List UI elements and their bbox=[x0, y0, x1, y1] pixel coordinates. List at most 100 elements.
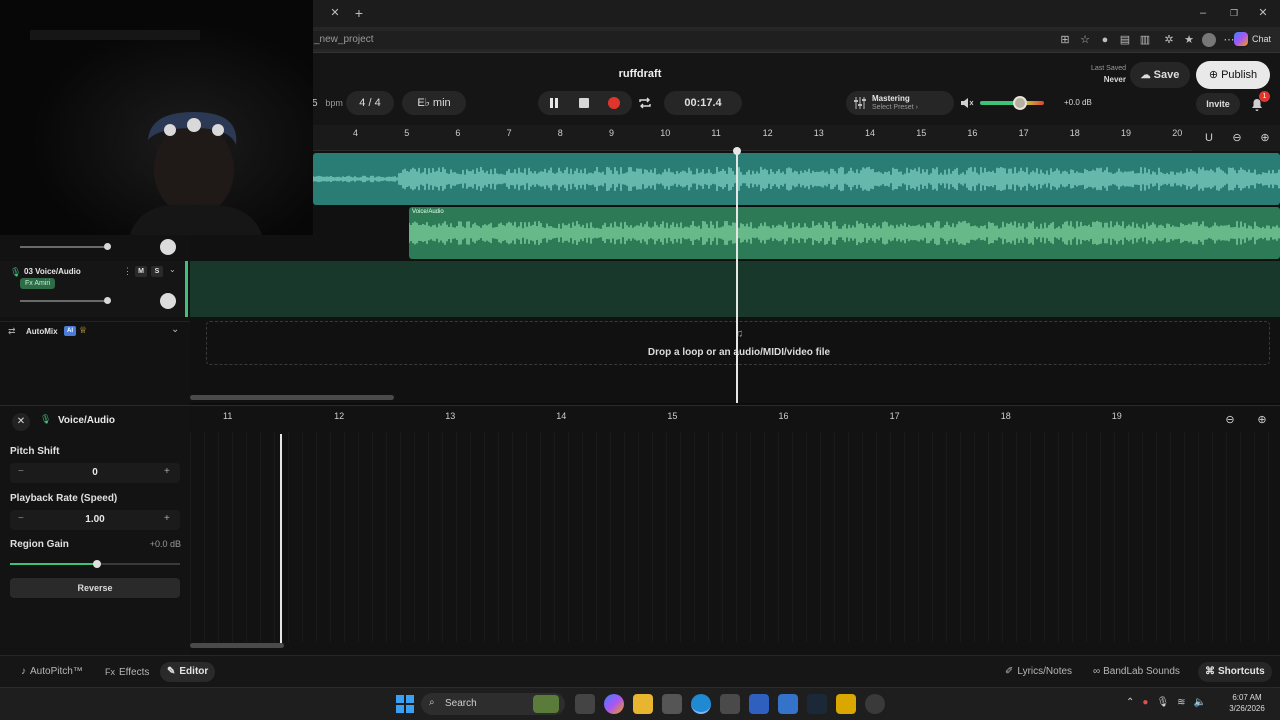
editor-scrollbar[interactable] bbox=[190, 643, 284, 648]
invite-button[interactable]: Invite bbox=[1196, 93, 1240, 115]
taskbar-apps bbox=[575, 694, 885, 714]
start-button[interactable] bbox=[396, 695, 414, 713]
master-volume-knob[interactable] bbox=[1012, 96, 1027, 110]
publish-button[interactable]: ⊕ Publish bbox=[1196, 61, 1270, 89]
autopitch-button[interactable]: ♪ AutoPitch™ bbox=[14, 662, 90, 682]
tray-mic-icon[interactable]: 🎙 bbox=[1156, 697, 1169, 708]
record-button[interactable] bbox=[608, 97, 620, 109]
profile-avatar[interactable] bbox=[1202, 33, 1216, 47]
playhead-handle[interactable] bbox=[733, 147, 741, 155]
pitch-shift-value[interactable]: 0 bbox=[10, 467, 180, 478]
taskbar-clock[interactable]: 6:07 AM 3/26/2026 bbox=[1222, 692, 1272, 714]
save-button[interactable]: ☁ Save bbox=[1130, 62, 1190, 88]
new-tab-icon[interactable]: + bbox=[352, 6, 366, 20]
rate-increment-button[interactable]: + bbox=[164, 513, 170, 524]
audio-region-1[interactable] bbox=[313, 153, 1280, 205]
app-icon[interactable]: ⊞ bbox=[1058, 33, 1072, 47]
snap-magnet-icon[interactable]: U bbox=[1202, 131, 1216, 145]
edge-icon[interactable] bbox=[691, 694, 711, 714]
rockstar-icon[interactable] bbox=[836, 694, 856, 714]
editor-zoom-out-icon[interactable]: ⊖ bbox=[1223, 413, 1237, 427]
time-signature-button[interactable]: 4 / 4 bbox=[346, 91, 394, 115]
arrangement-area[interactable]: Voice/Audio ♫ Drop a loop or an audio/MI… bbox=[190, 147, 1280, 403]
app-icon-generic[interactable] bbox=[662, 694, 682, 714]
region-gain-knob[interactable] bbox=[93, 560, 101, 568]
editor-timeline[interactable]: 11 12 13 14 15 16 17 18 19 ⊖ ⊕ bbox=[190, 405, 1280, 655]
settings-gear-icon[interactable] bbox=[865, 694, 885, 714]
track-3-mute-button[interactable]: M bbox=[135, 266, 147, 277]
bandlab-sounds-button[interactable]: ∞ BandLab Sounds bbox=[1086, 662, 1187, 682]
drop-zone[interactable]: ♫ Drop a loop or an audio/MIDI/video fil… bbox=[206, 321, 1270, 365]
track-3-lane[interactable] bbox=[190, 261, 1280, 317]
automix-row[interactable]: ⇄ AutoMix AI ♕ ⌄ bbox=[0, 321, 190, 341]
key-button[interactable]: E♭ min bbox=[402, 91, 466, 115]
restore-icon[interactable]: ❐ bbox=[1227, 6, 1241, 20]
steam-icon[interactable] bbox=[807, 694, 827, 714]
mastering-sliders-icon bbox=[854, 97, 866, 109]
pause-button[interactable] bbox=[549, 98, 559, 108]
stop-button[interactable] bbox=[579, 98, 589, 108]
region-gain-slider[interactable] bbox=[10, 560, 180, 568]
track-2-volume-slider[interactable] bbox=[20, 246, 108, 248]
copilot-chat-button[interactable]: Chat bbox=[1234, 32, 1271, 46]
minimize-icon[interactable]: – bbox=[1196, 6, 1210, 20]
split-screen-icon[interactable]: ▥ bbox=[1138, 33, 1152, 47]
track-3-volume-slider[interactable] bbox=[20, 300, 108, 302]
close-tab-icon[interactable]: ✕ bbox=[328, 6, 342, 20]
editor-playhead[interactable] bbox=[280, 434, 282, 644]
reader-icon[interactable]: ▤ bbox=[1118, 33, 1132, 47]
mastering-button[interactable]: Mastering Select Preset › bbox=[846, 91, 954, 115]
outlook-icon[interactable] bbox=[778, 694, 798, 714]
audio-region-2[interactable]: Voice/Audio bbox=[409, 207, 1280, 259]
taskbar-search[interactable]: ⌕ Search bbox=[421, 693, 565, 715]
track-3-volume-knob[interactable] bbox=[104, 297, 111, 304]
zoom-out-icon[interactable]: ⊖ bbox=[1230, 131, 1244, 145]
track-3-pan-knob[interactable] bbox=[160, 293, 176, 309]
mic-icon[interactable]: ● bbox=[1098, 33, 1112, 47]
loop-button[interactable] bbox=[638, 96, 652, 110]
notifications-button[interactable]: 1 bbox=[1250, 91, 1270, 113]
store-icon[interactable] bbox=[720, 694, 740, 714]
zoom-in-icon[interactable]: ⊕ bbox=[1258, 131, 1272, 145]
track-2-pan-knob[interactable] bbox=[160, 239, 176, 255]
arrangement-scrollbar[interactable] bbox=[190, 395, 394, 400]
effects-button[interactable]: Fx Effects bbox=[98, 662, 156, 682]
window-close-icon[interactable]: ✕ bbox=[1256, 6, 1270, 20]
playhead[interactable] bbox=[736, 151, 738, 403]
editor-zoom-in-icon[interactable]: ⊕ bbox=[1255, 413, 1269, 427]
tray-chevron-icon[interactable]: ⌃ bbox=[1126, 697, 1134, 708]
editor-tab-button[interactable]: ✎ Editor bbox=[160, 662, 216, 682]
autopitch-label: AutoPitch™ bbox=[30, 666, 83, 677]
project-title[interactable]: ruffdraft bbox=[560, 68, 720, 80]
track-2-volume-knob[interactable] bbox=[104, 243, 111, 250]
track-3-name[interactable]: 03 Voice/Audio bbox=[24, 267, 81, 276]
automix-expand-icon[interactable]: ⌄ bbox=[171, 324, 179, 335]
track-3-header[interactable]: 🎙 03 Voice/Audio ⋮ M S ⌄ Fx Amiri bbox=[0, 261, 188, 317]
track-3-expand-icon[interactable]: ⌄ bbox=[169, 265, 176, 274]
editor-app-icon[interactable] bbox=[749, 694, 769, 714]
playback-rate-value[interactable]: 1.00 bbox=[10, 514, 180, 525]
file-explorer-icon[interactable] bbox=[633, 694, 653, 714]
volume-icon[interactable]: 🔈 bbox=[1194, 697, 1206, 708]
master-volume-slider[interactable] bbox=[980, 96, 1044, 110]
copilot-taskbar-icon[interactable] bbox=[604, 694, 624, 714]
lyrics-notes-button[interactable]: ✐ Lyrics/Notes bbox=[998, 662, 1079, 682]
favorites-icon[interactable]: ★ bbox=[1182, 33, 1196, 47]
shortcuts-button[interactable]: ⌘ Shortcuts bbox=[1198, 662, 1272, 682]
pitch-increment-button[interactable]: + bbox=[164, 466, 170, 477]
favorite-star-icon[interactable]: ☆ bbox=[1078, 33, 1092, 47]
task-view-icon[interactable] bbox=[575, 694, 595, 714]
track-3-fx-badge[interactable]: Fx Amiri bbox=[20, 278, 56, 289]
track-3-solo-button[interactable]: S bbox=[151, 266, 163, 277]
close-editor-button[interactable]: ✕ bbox=[12, 413, 30, 431]
wifi-icon[interactable]: ≋ bbox=[1177, 697, 1185, 708]
extensions-icon[interactable]: ✲ bbox=[1162, 33, 1176, 47]
region-editor-panel: ✕ 🎙 Voice/Audio Pitch Shift − 0 + Playba… bbox=[0, 405, 190, 655]
reverse-button[interactable]: Reverse bbox=[10, 578, 180, 598]
editor-ruler-tick: 19 bbox=[1111, 411, 1122, 421]
ruler-tools: U ⊖ ⊕ bbox=[1192, 125, 1280, 151]
volume-mute-button[interactable] bbox=[960, 97, 974, 109]
track-3-menu-icon[interactable]: ⋮ bbox=[123, 266, 132, 277]
bpm-display[interactable]: 5 bpm bbox=[312, 98, 343, 109]
tray-app-icon[interactable]: ● bbox=[1142, 697, 1148, 708]
